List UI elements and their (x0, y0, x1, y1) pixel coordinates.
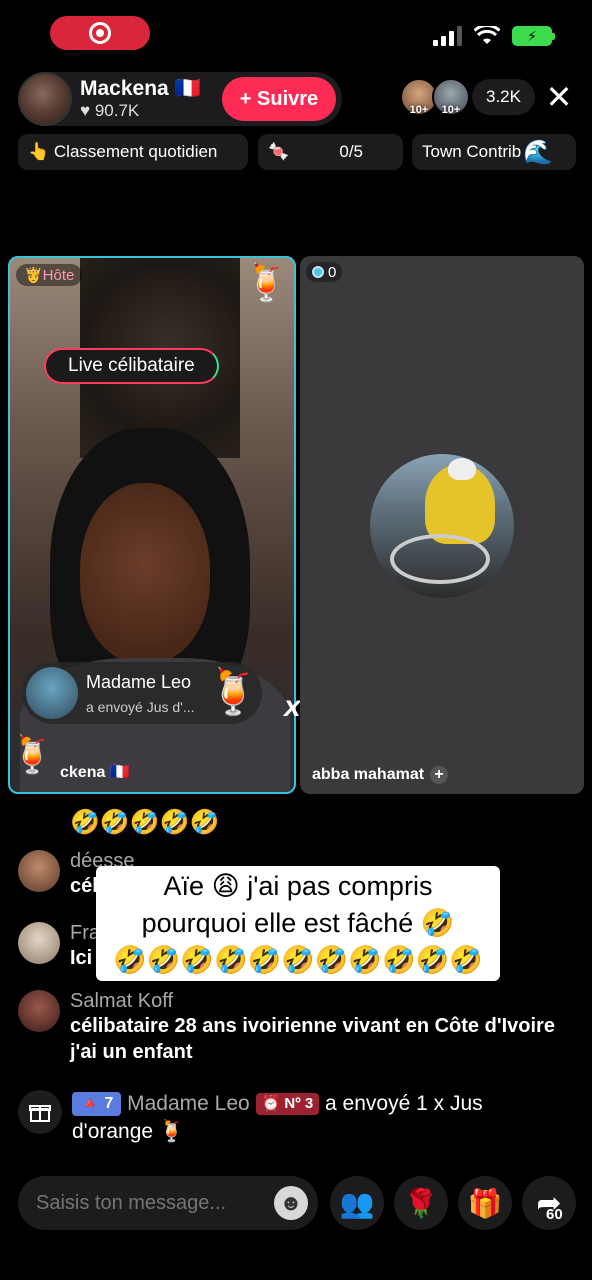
coin-icon (312, 266, 324, 278)
rose-icon: 🌹 (403, 1187, 439, 1219)
gift-chat-message: 🔺 7 Madame Leo ⏰ Nº 3 a envoyé 1 x Jus d… (18, 1090, 558, 1147)
guest-video-panel[interactable]: 0 abba mahamat + (300, 256, 584, 794)
host-face (80, 483, 210, 663)
caption-line: Aïe 😩 j'ai pas compris (163, 871, 433, 901)
gift-sender-name: Madame Leo (86, 671, 192, 692)
gift-sender-avatar (26, 667, 78, 719)
viewer-rank-badge: 10+ (441, 104, 461, 116)
caption-line: 🤣🤣🤣🤣🤣🤣🤣🤣🤣🤣🤣 (113, 944, 483, 975)
user-level-badge: 🔺 7 (72, 1092, 122, 1116)
wave-icon: 🌊 (523, 138, 554, 166)
host-avatar[interactable] (18, 72, 72, 126)
candy-icon: 🍬 (268, 142, 290, 161)
guest-name: abba mahamat (312, 766, 425, 783)
emoji-icon[interactable]: ☻ (274, 1186, 308, 1220)
bicycle-wheel (390, 534, 490, 584)
chat-message: Fra Ici (18, 922, 100, 971)
host-name: Mackena 🇫🇷 (80, 77, 201, 101)
guest-score-badge: 0 (306, 262, 343, 282)
rose-gift-button[interactable]: 🌹 (394, 1176, 448, 1230)
top-viewers[interactable]: 10+ 10+ 3.2K (400, 78, 535, 116)
chat-avatar[interactable] (18, 990, 60, 1032)
wifi-icon (474, 26, 500, 44)
host-panel-name: ckena 🇫🇷 (60, 764, 130, 781)
town-contrib-chip[interactable]: Town Contrib 🌊 (412, 134, 576, 170)
message-input[interactable] (18, 1176, 318, 1230)
chat-message: Salmat Koff célibataire 28 ans ivoirienn… (18, 990, 558, 1065)
guest-avatar[interactable] (370, 454, 514, 598)
host-badge: 👸Hôte (16, 264, 83, 286)
close-icon[interactable]: ✕ (544, 81, 574, 113)
gift-sender-username[interactable]: Madame Leo (127, 1092, 250, 1115)
guest-score: 0 (328, 263, 337, 281)
drink-gift-icon: 🍹 (244, 262, 289, 303)
gift-icon (18, 1090, 62, 1134)
host-like-count: ♥ 90.7K (80, 101, 140, 121)
people-icon: 👥 (339, 1187, 375, 1219)
screen-record-indicator[interactable] (50, 16, 150, 50)
juice-gift-icon: 🍹 (206, 668, 261, 717)
chat-username[interactable]: Salmat Koff (70, 990, 558, 1013)
host-info-pill[interactable]: Mackena 🇫🇷 ♥ 90.7K + Suivre (18, 72, 342, 126)
add-icon[interactable]: + (430, 766, 449, 784)
chat-avatar[interactable] (18, 850, 60, 892)
battery-charging-icon: ⚡ (512, 26, 555, 46)
record-icon (89, 22, 111, 44)
share-count: 60 (546, 1206, 563, 1223)
viewer-rank-badge: 10+ (409, 104, 429, 116)
chat-emoji-message: 🤣🤣🤣🤣🤣 (70, 809, 220, 836)
daily-ranking-chip[interactable]: 👆 Classement quotidien (18, 134, 248, 170)
goal-chip[interactable]: 🍬 0/5 (258, 134, 403, 170)
cyclist-helmet (448, 458, 476, 480)
gift-description: a envoyé Jus d'... (86, 698, 195, 715)
follow-button[interactable]: + Suivre (222, 77, 336, 121)
guest-name-row[interactable]: abba mahamat + (312, 766, 449, 784)
host-video-panel[interactable]: 👸Hôte 🍹 Live célibataire Madame Leo a en… (8, 256, 296, 794)
caption-line: pourquoi elle est fâché 🤣 (141, 907, 455, 938)
signal-icon (433, 26, 462, 46)
multi-guest-button[interactable]: 👥 (330, 1176, 384, 1230)
viewer-count[interactable]: 3.2K (472, 79, 535, 115)
video-caption-overlay: Aïe 😩 j'ai pas compris pourquoi elle est… (96, 866, 500, 981)
gift-box-icon: 🎁 (467, 1187, 503, 1219)
chat-avatar[interactable] (18, 922, 60, 964)
goal-progress: 0/5 (339, 142, 363, 161)
town-contrib-label: Town Contrib (422, 142, 522, 161)
viewer-avatar[interactable]: 10+ (432, 78, 470, 116)
drink-gift-icon: 🍹 (10, 734, 55, 775)
gift-button[interactable]: 🎁 (458, 1176, 512, 1230)
chat-text: célibataire 28 ans ivoirienne vivant en … (70, 1015, 555, 1063)
user-rank-badge: ⏰ Nº 3 (255, 1093, 320, 1116)
status-bar-icons: ⚡ (433, 26, 555, 46)
live-title-tag: Live célibataire (44, 348, 219, 384)
